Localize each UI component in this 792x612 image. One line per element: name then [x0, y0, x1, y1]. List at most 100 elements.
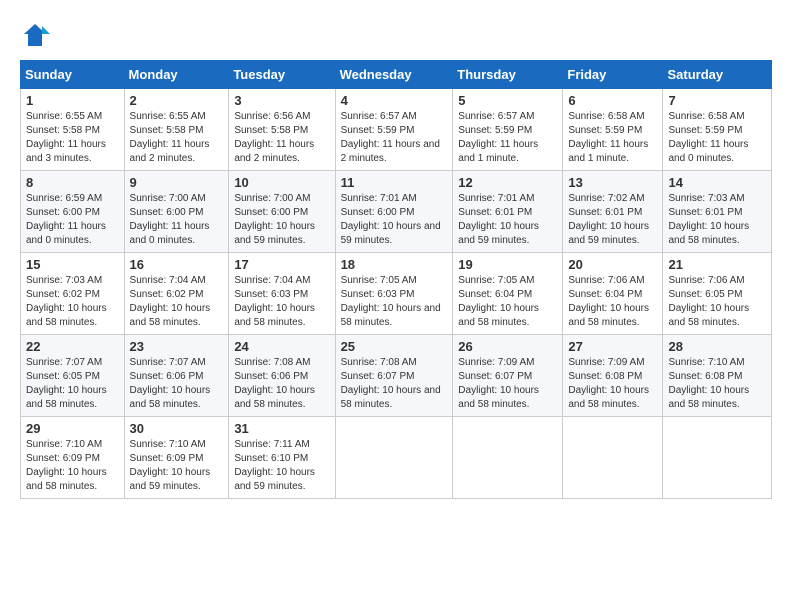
day-number: 16: [130, 257, 224, 272]
calendar-day-cell: 13 Sunrise: 7:02 AMSunset: 6:01 PMDaylig…: [563, 171, 663, 253]
day-number: 1: [26, 93, 119, 108]
empty-cell: [563, 417, 663, 499]
calendar-day-cell: 6 Sunrise: 6:58 AMSunset: 5:59 PMDayligh…: [563, 89, 663, 171]
weekday-header-cell: Tuesday: [229, 61, 335, 89]
calendar-day-cell: 20 Sunrise: 7:06 AMSunset: 6:04 PMDaylig…: [563, 253, 663, 335]
day-info: Sunrise: 7:03 AMSunset: 6:01 PMDaylight:…: [668, 193, 749, 246]
day-number: 21: [668, 257, 766, 272]
calendar-day-cell: 3 Sunrise: 6:56 AMSunset: 5:58 PMDayligh…: [229, 89, 335, 171]
calendar-day-cell: 30 Sunrise: 7:10 AMSunset: 6:09 PMDaylig…: [124, 417, 229, 499]
calendar-day-cell: 11 Sunrise: 7:01 AMSunset: 6:00 PMDaylig…: [335, 171, 453, 253]
calendar-week-row: 29 Sunrise: 7:10 AMSunset: 6:09 PMDaylig…: [21, 417, 772, 499]
calendar-week-row: 1 Sunrise: 6:55 AMSunset: 5:58 PMDayligh…: [21, 89, 772, 171]
day-number: 4: [341, 93, 448, 108]
day-number: 20: [568, 257, 657, 272]
day-info: Sunrise: 7:07 AMSunset: 6:05 PMDaylight:…: [26, 357, 107, 410]
day-info: Sunrise: 6:57 AMSunset: 5:59 PMDaylight:…: [458, 111, 538, 164]
calendar-day-cell: 21 Sunrise: 7:06 AMSunset: 6:05 PMDaylig…: [663, 253, 772, 335]
day-info: Sunrise: 7:03 AMSunset: 6:02 PMDaylight:…: [26, 275, 107, 328]
day-info: Sunrise: 7:05 AMSunset: 6:03 PMDaylight:…: [341, 275, 441, 328]
calendar-day-cell: 14 Sunrise: 7:03 AMSunset: 6:01 PMDaylig…: [663, 171, 772, 253]
day-number: 12: [458, 175, 557, 190]
day-info: Sunrise: 7:06 AMSunset: 6:05 PMDaylight:…: [668, 275, 749, 328]
day-number: 28: [668, 339, 766, 354]
day-number: 11: [341, 175, 448, 190]
calendar-day-cell: 10 Sunrise: 7:00 AMSunset: 6:00 PMDaylig…: [229, 171, 335, 253]
day-info: Sunrise: 7:04 AMSunset: 6:03 PMDaylight:…: [234, 275, 315, 328]
calendar-day-cell: 24 Sunrise: 7:08 AMSunset: 6:06 PMDaylig…: [229, 335, 335, 417]
weekday-header-row: SundayMondayTuesdayWednesdayThursdayFrid…: [21, 61, 772, 89]
day-number: 15: [26, 257, 119, 272]
calendar-day-cell: 8 Sunrise: 6:59 AMSunset: 6:00 PMDayligh…: [21, 171, 125, 253]
day-info: Sunrise: 7:09 AMSunset: 6:07 PMDaylight:…: [458, 357, 539, 410]
calendar-day-cell: 15 Sunrise: 7:03 AMSunset: 6:02 PMDaylig…: [21, 253, 125, 335]
day-number: 8: [26, 175, 119, 190]
day-number: 17: [234, 257, 329, 272]
day-info: Sunrise: 6:55 AMSunset: 5:58 PMDaylight:…: [130, 111, 210, 164]
day-info: Sunrise: 7:10 AMSunset: 6:08 PMDaylight:…: [668, 357, 749, 410]
weekday-header-cell: Wednesday: [335, 61, 453, 89]
day-number: 31: [234, 421, 329, 436]
day-number: 19: [458, 257, 557, 272]
calendar-day-cell: 16 Sunrise: 7:04 AMSunset: 6:02 PMDaylig…: [124, 253, 229, 335]
day-number: 3: [234, 93, 329, 108]
calendar-day-cell: 2 Sunrise: 6:55 AMSunset: 5:58 PMDayligh…: [124, 89, 229, 171]
calendar-day-cell: 28 Sunrise: 7:10 AMSunset: 6:08 PMDaylig…: [663, 335, 772, 417]
day-info: Sunrise: 7:08 AMSunset: 6:07 PMDaylight:…: [341, 357, 441, 410]
day-number: 2: [130, 93, 224, 108]
day-number: 5: [458, 93, 557, 108]
day-number: 24: [234, 339, 329, 354]
calendar-week-row: 22 Sunrise: 7:07 AMSunset: 6:05 PMDaylig…: [21, 335, 772, 417]
day-info: Sunrise: 6:59 AMSunset: 6:00 PMDaylight:…: [26, 193, 106, 246]
day-info: Sunrise: 7:11 AMSunset: 6:10 PMDaylight:…: [234, 439, 315, 492]
calendar-day-cell: 18 Sunrise: 7:05 AMSunset: 6:03 PMDaylig…: [335, 253, 453, 335]
day-info: Sunrise: 7:10 AMSunset: 6:09 PMDaylight:…: [130, 439, 211, 492]
day-info: Sunrise: 7:07 AMSunset: 6:06 PMDaylight:…: [130, 357, 211, 410]
empty-cell: [663, 417, 772, 499]
day-number: 30: [130, 421, 224, 436]
calendar-day-cell: 12 Sunrise: 7:01 AMSunset: 6:01 PMDaylig…: [453, 171, 563, 253]
calendar-day-cell: 9 Sunrise: 7:00 AMSunset: 6:00 PMDayligh…: [124, 171, 229, 253]
day-info: Sunrise: 6:58 AMSunset: 5:59 PMDaylight:…: [568, 111, 648, 164]
calendar-table: SundayMondayTuesdayWednesdayThursdayFrid…: [20, 60, 772, 499]
calendar-day-cell: 19 Sunrise: 7:05 AMSunset: 6:04 PMDaylig…: [453, 253, 563, 335]
logo: [20, 20, 54, 50]
empty-cell: [335, 417, 453, 499]
calendar-day-cell: 23 Sunrise: 7:07 AMSunset: 6:06 PMDaylig…: [124, 335, 229, 417]
calendar-day-cell: 27 Sunrise: 7:09 AMSunset: 6:08 PMDaylig…: [563, 335, 663, 417]
weekday-header-cell: Thursday: [453, 61, 563, 89]
day-number: 10: [234, 175, 329, 190]
day-number: 25: [341, 339, 448, 354]
day-number: 14: [668, 175, 766, 190]
day-number: 26: [458, 339, 557, 354]
day-number: 22: [26, 339, 119, 354]
calendar-day-cell: 26 Sunrise: 7:09 AMSunset: 6:07 PMDaylig…: [453, 335, 563, 417]
calendar-day-cell: 7 Sunrise: 6:58 AMSunset: 5:59 PMDayligh…: [663, 89, 772, 171]
day-number: 13: [568, 175, 657, 190]
page-header: [20, 20, 772, 50]
day-info: Sunrise: 7:02 AMSunset: 6:01 PMDaylight:…: [568, 193, 649, 246]
calendar-day-cell: 17 Sunrise: 7:04 AMSunset: 6:03 PMDaylig…: [229, 253, 335, 335]
logo-icon: [20, 20, 50, 50]
day-number: 18: [341, 257, 448, 272]
calendar-day-cell: 31 Sunrise: 7:11 AMSunset: 6:10 PMDaylig…: [229, 417, 335, 499]
day-number: 9: [130, 175, 224, 190]
day-info: Sunrise: 6:58 AMSunset: 5:59 PMDaylight:…: [668, 111, 748, 164]
day-info: Sunrise: 7:09 AMSunset: 6:08 PMDaylight:…: [568, 357, 649, 410]
day-number: 29: [26, 421, 119, 436]
day-info: Sunrise: 7:00 AMSunset: 6:00 PMDaylight:…: [130, 193, 210, 246]
calendar-day-cell: 29 Sunrise: 7:10 AMSunset: 6:09 PMDaylig…: [21, 417, 125, 499]
calendar-day-cell: 1 Sunrise: 6:55 AMSunset: 5:58 PMDayligh…: [21, 89, 125, 171]
calendar-week-row: 15 Sunrise: 7:03 AMSunset: 6:02 PMDaylig…: [21, 253, 772, 335]
day-info: Sunrise: 7:06 AMSunset: 6:04 PMDaylight:…: [568, 275, 649, 328]
day-info: Sunrise: 7:08 AMSunset: 6:06 PMDaylight:…: [234, 357, 315, 410]
calendar-body: 1 Sunrise: 6:55 AMSunset: 5:58 PMDayligh…: [21, 89, 772, 499]
day-info: Sunrise: 7:01 AMSunset: 6:00 PMDaylight:…: [341, 193, 441, 246]
day-info: Sunrise: 7:05 AMSunset: 6:04 PMDaylight:…: [458, 275, 539, 328]
day-number: 7: [668, 93, 766, 108]
day-info: Sunrise: 7:10 AMSunset: 6:09 PMDaylight:…: [26, 439, 107, 492]
weekday-header-cell: Friday: [563, 61, 663, 89]
day-info: Sunrise: 6:56 AMSunset: 5:58 PMDaylight:…: [234, 111, 314, 164]
day-number: 6: [568, 93, 657, 108]
calendar-day-cell: 4 Sunrise: 6:57 AMSunset: 5:59 PMDayligh…: [335, 89, 453, 171]
